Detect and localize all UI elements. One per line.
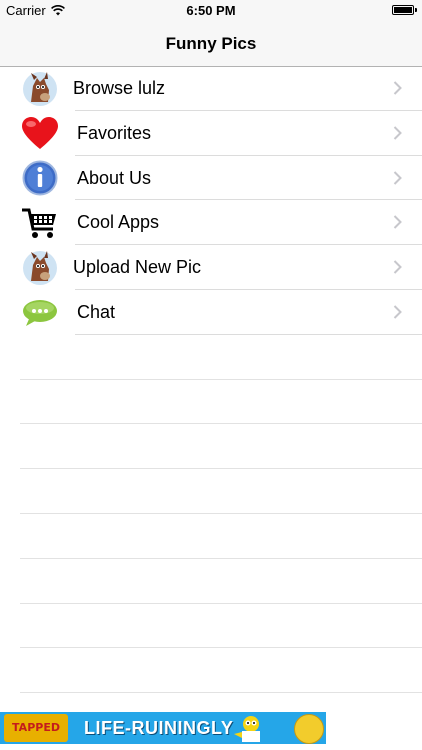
info-icon [22,160,58,196]
empty-table-row [0,559,422,604]
chevron-right-icon [393,126,402,140]
horse-icon [23,72,57,106]
empty-table-row [0,469,422,514]
menu-item-label: About Us [77,167,152,188]
menu-item-upload-new-pic[interactable]: Upload New Pic [0,245,422,290]
menu-item-cool-apps[interactable]: Cool Apps [0,200,422,246]
chevron-right-icon [393,170,402,185]
heart-icon [22,116,58,149]
menu-item-favorites[interactable]: Favorites [0,111,422,156]
chevron-right-icon [393,81,402,95]
ad-logo: TAPPED OUT [4,714,68,742]
empty-table-row [0,335,422,380]
menu-item-label: Cool Apps [77,212,160,233]
coin-icon [294,714,324,744]
menu-item-label: Browse lulz [73,78,166,98]
cart-icon [22,208,56,239]
page-title: Funny Pics [165,34,257,53]
chat-bubble-icon [23,299,57,326]
status-bar: Carrier 6:50 PM [0,0,422,22]
menu-item-label: Favorites [77,122,152,143]
cartoon-character-icon [234,716,260,742]
empty-table-row [0,604,422,649]
screen: Carrier 6:50 PM Funny Pics Browse lulz F… [0,0,422,750]
empty-table-row [0,648,422,694]
battery-icon [392,5,417,15]
navigation-bar: Funny Pics [0,22,422,67]
empty-table-row [0,380,422,425]
horse-icon [23,251,57,286]
menu-item-label: Chat [77,301,116,322]
menu-item-label: Upload New Pic [73,257,202,278]
menu-item-about-us[interactable]: About Us [0,156,422,201]
menu-item-browse-lulz[interactable]: Browse lulz [0,66,422,111]
empty-table-row [0,514,422,559]
status-time: 6:50 PM [186,3,236,18]
chevron-right-icon [393,215,402,230]
chevron-right-icon [393,305,402,319]
ad-headline: LIFE-RUININGLY [84,718,234,738]
empty-table-row [0,424,422,470]
menu-item-chat[interactable]: Chat [0,290,422,335]
ad-banner[interactable]: TAPPED OUT LIFE-RUININGLY [0,712,326,744]
menu-table: Browse lulz Favorites About Us Cool Apps… [0,66,422,694]
chevron-right-icon [393,260,402,274]
